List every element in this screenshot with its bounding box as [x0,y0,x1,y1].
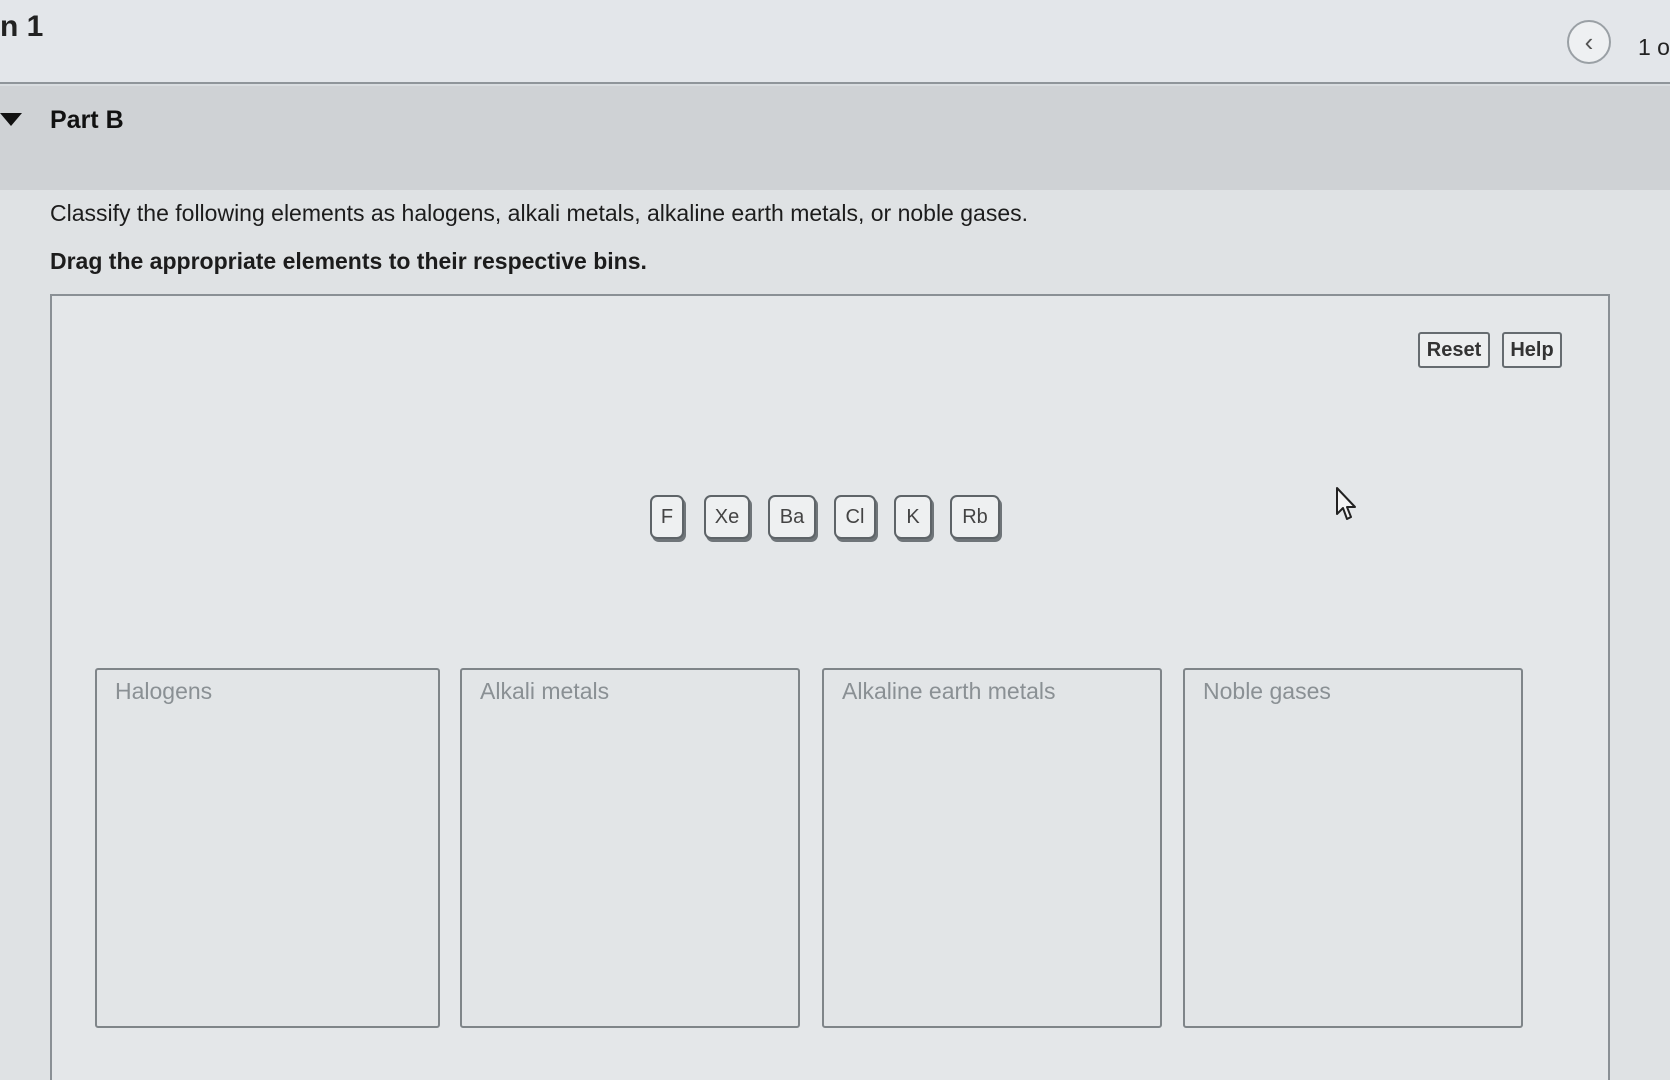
bin-noble-gases[interactable]: Noble gases [1183,668,1523,1028]
element-chip-k[interactable]: K [894,495,932,539]
reset-button[interactable]: Reset [1418,332,1490,368]
element-chip-ba[interactable]: Ba [768,495,816,539]
assignment-title: n 1 [0,10,44,43]
bin-label: Halogens [115,678,213,704]
part-title[interactable]: Part B [50,106,124,135]
previous-button[interactable]: ‹ [1567,20,1611,64]
part-header[interactable] [0,86,1670,190]
element-chip-cl[interactable]: Cl [834,495,876,539]
bin-alkali-metals[interactable]: Alkali metals [460,668,800,1028]
element-chip-f[interactable]: F [650,495,684,539]
bin-label: Alkaline earth metals [842,678,1056,704]
bin-halogens[interactable]: Halogens [95,668,440,1028]
chevron-left-icon: ‹ [1584,26,1594,57]
bin-alkaline-earth-metals[interactable]: Alkaline earth metals [822,668,1162,1028]
bin-label: Noble gases [1203,678,1331,704]
element-chip-xe[interactable]: Xe [704,495,750,539]
page-indicator: 1 o [1638,34,1670,60]
help-button[interactable]: Help [1502,332,1562,368]
question-instruction: Classify the following elements as halog… [50,200,1029,226]
top-bar: n 1 ‹ 1 o [0,0,1670,84]
drag-instruction: Drag the appropriate elements to their r… [50,248,647,274]
element-chip-rb[interactable]: Rb [950,495,1000,539]
mouse-pointer-icon [1336,487,1356,520]
bin-label: Alkali metals [480,678,610,704]
caret-down-icon[interactable] [0,113,22,126]
